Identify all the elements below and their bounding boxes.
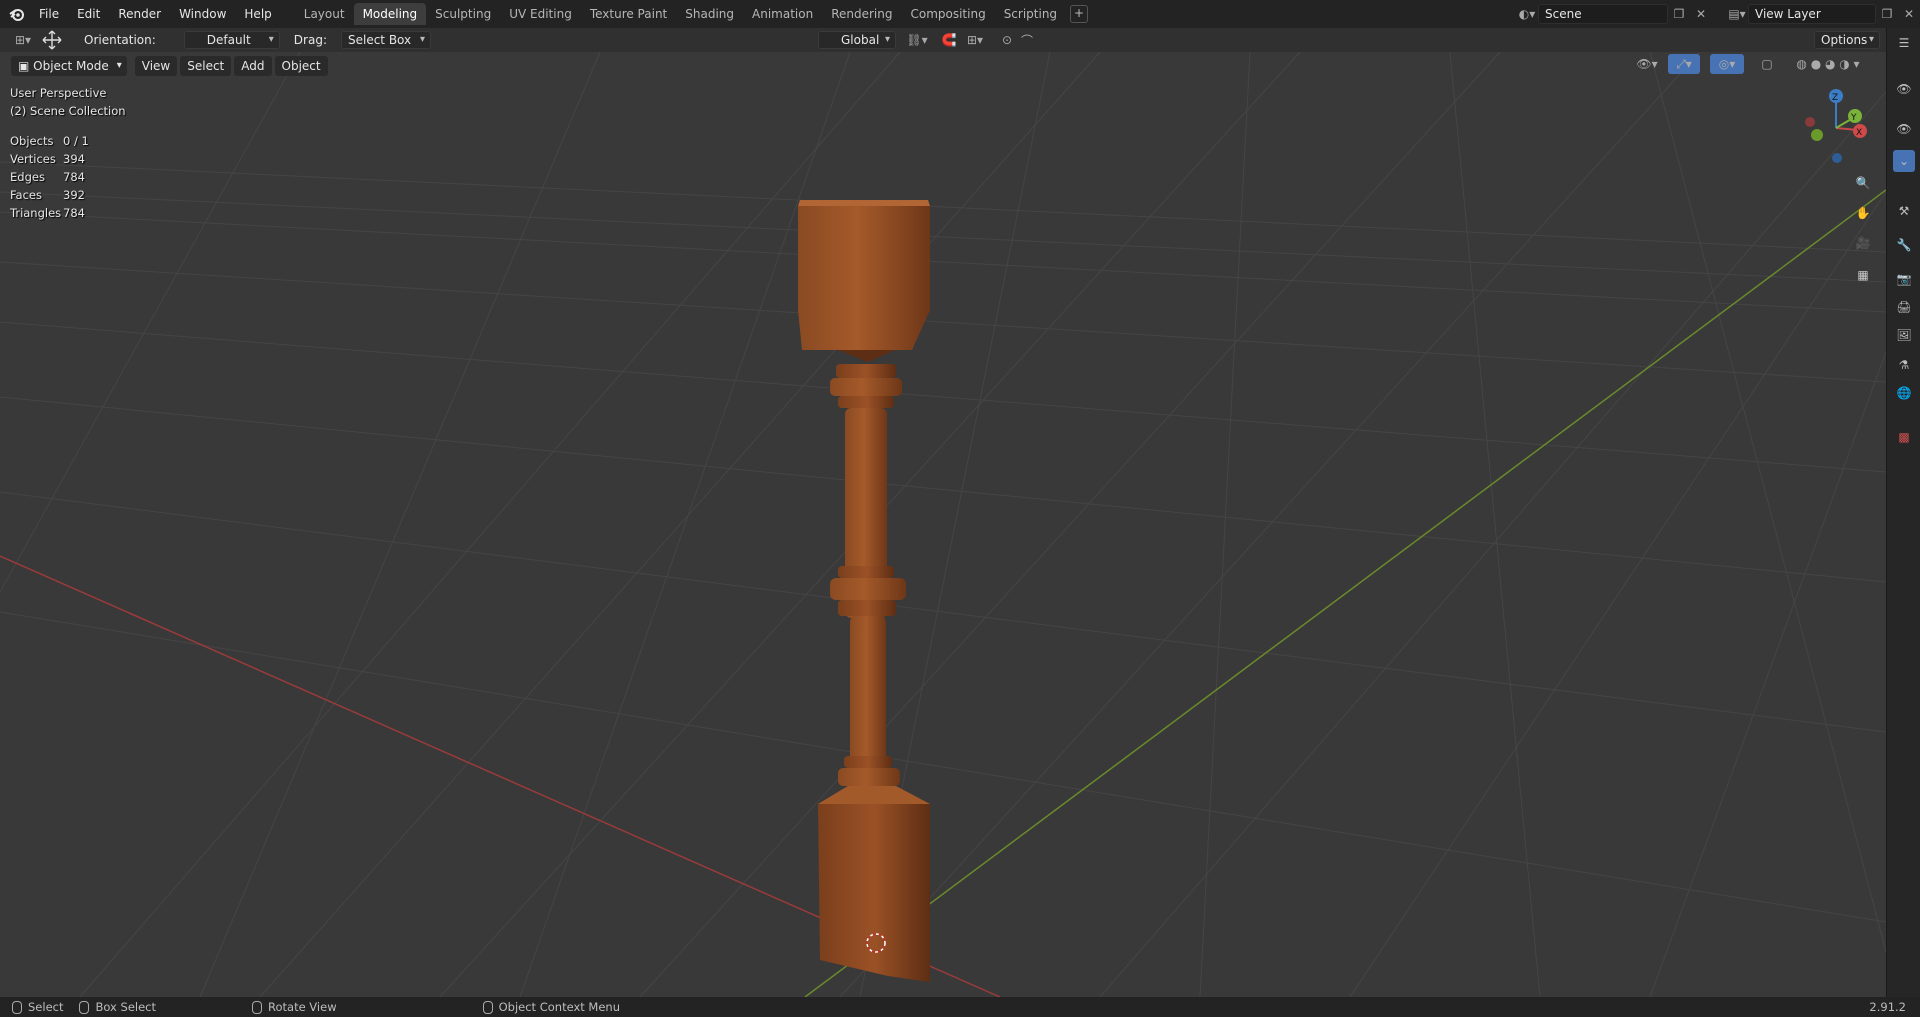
drag-dropdown[interactable]: Select Box [340, 31, 431, 49]
mouse-drag-icon [79, 1000, 90, 1014]
xray-icon[interactable]: ▢ [1756, 54, 1778, 74]
grid-icon[interactable]: ▦ [1850, 262, 1876, 288]
snap-icon[interactable]: 🧲 [938, 30, 960, 50]
zoom-icon[interactable]: 🔍 [1850, 170, 1876, 196]
top-bar: File Edit Render Window Help Layout Mode… [0, 0, 1920, 28]
orientation-value: Default [206, 33, 251, 47]
collection-label: (2) Scene Collection [10, 104, 126, 118]
delete-view-layer-icon[interactable]: ✕ [1898, 4, 1920, 24]
shading-icon[interactable]: ◍ ● ◕ ◑ ▾ [1780, 54, 1876, 74]
status-select: Select [12, 1000, 63, 1014]
options-dropdown[interactable]: Options [1814, 31, 1880, 49]
world-icon[interactable]: 🌐 [1893, 382, 1915, 404]
scene-field[interactable]: Scene [1538, 4, 1668, 24]
menu-window[interactable]: Window [170, 3, 235, 25]
stat-row: Edges 784 [10, 170, 85, 184]
version-label: 2.91.2 [1869, 1000, 1906, 1014]
view-layer-browse-icon[interactable]: ▤▾ [1726, 4, 1748, 24]
orientation-label: Orientation: [84, 33, 156, 47]
stat-row: Objects 0 / 1 [10, 134, 89, 148]
statistics-overlay: Objects 0 / 1 Vertices 394 Edges 784 Faces 3… [10, 132, 89, 222]
perspective-label: User Perspective [10, 86, 107, 100]
tool-icon[interactable]: ⚒ [1893, 200, 1915, 222]
menu-edit[interactable]: Edit [68, 3, 109, 25]
eye-icon[interactable]: 👁 [1893, 78, 1915, 100]
view-layer-field[interactable]: View Layer [1748, 4, 1876, 24]
move-tool-icon[interactable] [38, 30, 66, 50]
tab-shading[interactable]: Shading [676, 3, 743, 25]
object-menu[interactable]: Object [274, 56, 328, 76]
status-box-select: Box Select [79, 1000, 156, 1014]
properties-strip: ☰ 👁 👁 ⌄ ⚒ 🔧 📷 🖨 🖼 ⚗ 🌐 ▩ [1886, 28, 1920, 997]
mouse-left-icon [12, 1000, 22, 1014]
gizmo-toggle-icon[interactable]: ⤢▾ [1668, 54, 1700, 74]
workspace-tabs: Layout Modeling Sculpting UV Editing Tex… [295, 3, 1089, 25]
camera-icon[interactable]: 🎥 [1850, 230, 1876, 256]
tab-texture-paint[interactable]: Texture Paint [581, 3, 676, 25]
transform-orientation-value: Global [841, 33, 880, 47]
add-menu[interactable]: Add [234, 56, 272, 76]
snap-target-icon[interactable]: ⊞▾ [960, 30, 990, 50]
scene-selector-group: ◐▾ Scene ❐ ✕ ▤▾ View Layer ❐ ✕ [1516, 3, 1920, 25]
mouse-right-icon [482, 1000, 493, 1014]
tab-scripting[interactable]: Scripting [995, 3, 1066, 25]
gizmo-x-label: X [1856, 128, 1862, 138]
status-context: Object Context Menu [482, 1000, 620, 1014]
drag-value: Select Box [347, 33, 412, 47]
new-view-layer-icon[interactable]: ❐ [1876, 4, 1898, 24]
mode-dropdown[interactable]: ▣ Object Mode ▾ [11, 56, 127, 76]
mode-icon: ▣ [18, 59, 34, 73]
mode-label: Object Mode [33, 59, 109, 73]
gizmo-y-label: Y [1850, 113, 1857, 123]
tab-compositing[interactable]: Compositing [901, 3, 994, 25]
eye-icon[interactable]: 👁 [1893, 118, 1915, 140]
options-label: Options [1821, 33, 1868, 47]
scene-browse-icon[interactable]: ◐▾ [1516, 4, 1538, 24]
status-bar: Select Box Select Rotate View Object Con… [0, 997, 1920, 1017]
3d-viewport[interactable]: Z X Y ▣ Object Mode ▾ View Select Add Ob… [0, 52, 1886, 997]
texture-icon[interactable]: ▩ [1893, 426, 1915, 448]
pan-icon[interactable]: ✋ [1850, 200, 1876, 226]
outliner-icon[interactable]: ☰ [1893, 32, 1915, 54]
output-icon[interactable]: 🖨 [1893, 296, 1915, 318]
gizmo-z-label: Z [1832, 93, 1838, 103]
proportional-falloff-icon[interactable]: ⌒ [1016, 30, 1038, 50]
editor-type-icon[interactable]: ⊞▾ [8, 30, 38, 50]
stat-row: Faces 392 [10, 188, 85, 202]
wrench-icon[interactable]: 🔧 [1893, 234, 1915, 256]
menu-file[interactable]: File [30, 3, 68, 25]
tab-layout[interactable]: Layout [295, 3, 354, 25]
stat-row: Vertices 394 [10, 152, 85, 166]
blender-logo-icon[interactable] [4, 0, 30, 28]
mouse-middle-icon [252, 1000, 262, 1014]
proportional-icon[interactable]: ⊙ [996, 30, 1018, 50]
tab-modeling[interactable]: Modeling [353, 3, 427, 25]
delete-scene-icon[interactable]: ✕ [1690, 4, 1712, 24]
drag-label: Drag: [293, 33, 327, 47]
render-icon[interactable]: 📷 [1893, 268, 1915, 290]
tool-header: ⊞▾ Orientation: Default Drag: Select Box… [0, 28, 1886, 52]
new-scene-icon[interactable]: ❐ [1668, 4, 1690, 24]
transform-orientation-dropdown[interactable]: Global [818, 31, 896, 49]
tab-sculpting[interactable]: Sculpting [426, 3, 500, 25]
viewport-header: ▣ Object Mode ▾ View Select Add Object [8, 54, 1886, 78]
pivot-point-icon[interactable]: ⛓▾ [902, 30, 932, 50]
tab-animation[interactable]: Animation [743, 3, 822, 25]
visibility-icon[interactable]: 👁▾ [1632, 54, 1662, 74]
menu-render[interactable]: Render [109, 3, 170, 25]
select-menu[interactable]: Select [180, 56, 232, 76]
orientation-dropdown[interactable]: Default [183, 31, 280, 49]
tab-uv-editing[interactable]: UV Editing [500, 3, 581, 25]
collapse-icon[interactable]: ⌄ [1893, 150, 1915, 172]
status-rotate: Rotate View [252, 1000, 337, 1014]
menu-help[interactable]: Help [235, 3, 280, 25]
add-workspace-button[interactable]: + [1070, 5, 1089, 23]
view-menu[interactable]: View [134, 56, 178, 76]
viewport-scene: Z X Y [0, 52, 1886, 997]
view-layer-icon[interactable]: 🖼 [1893, 324, 1915, 346]
overlay-icon[interactable]: ◎▾ [1710, 54, 1744, 74]
stat-row: Triangles 784 [10, 206, 85, 220]
tab-rendering[interactable]: Rendering [822, 3, 901, 25]
scene-icon[interactable]: ⚗ [1893, 354, 1915, 376]
